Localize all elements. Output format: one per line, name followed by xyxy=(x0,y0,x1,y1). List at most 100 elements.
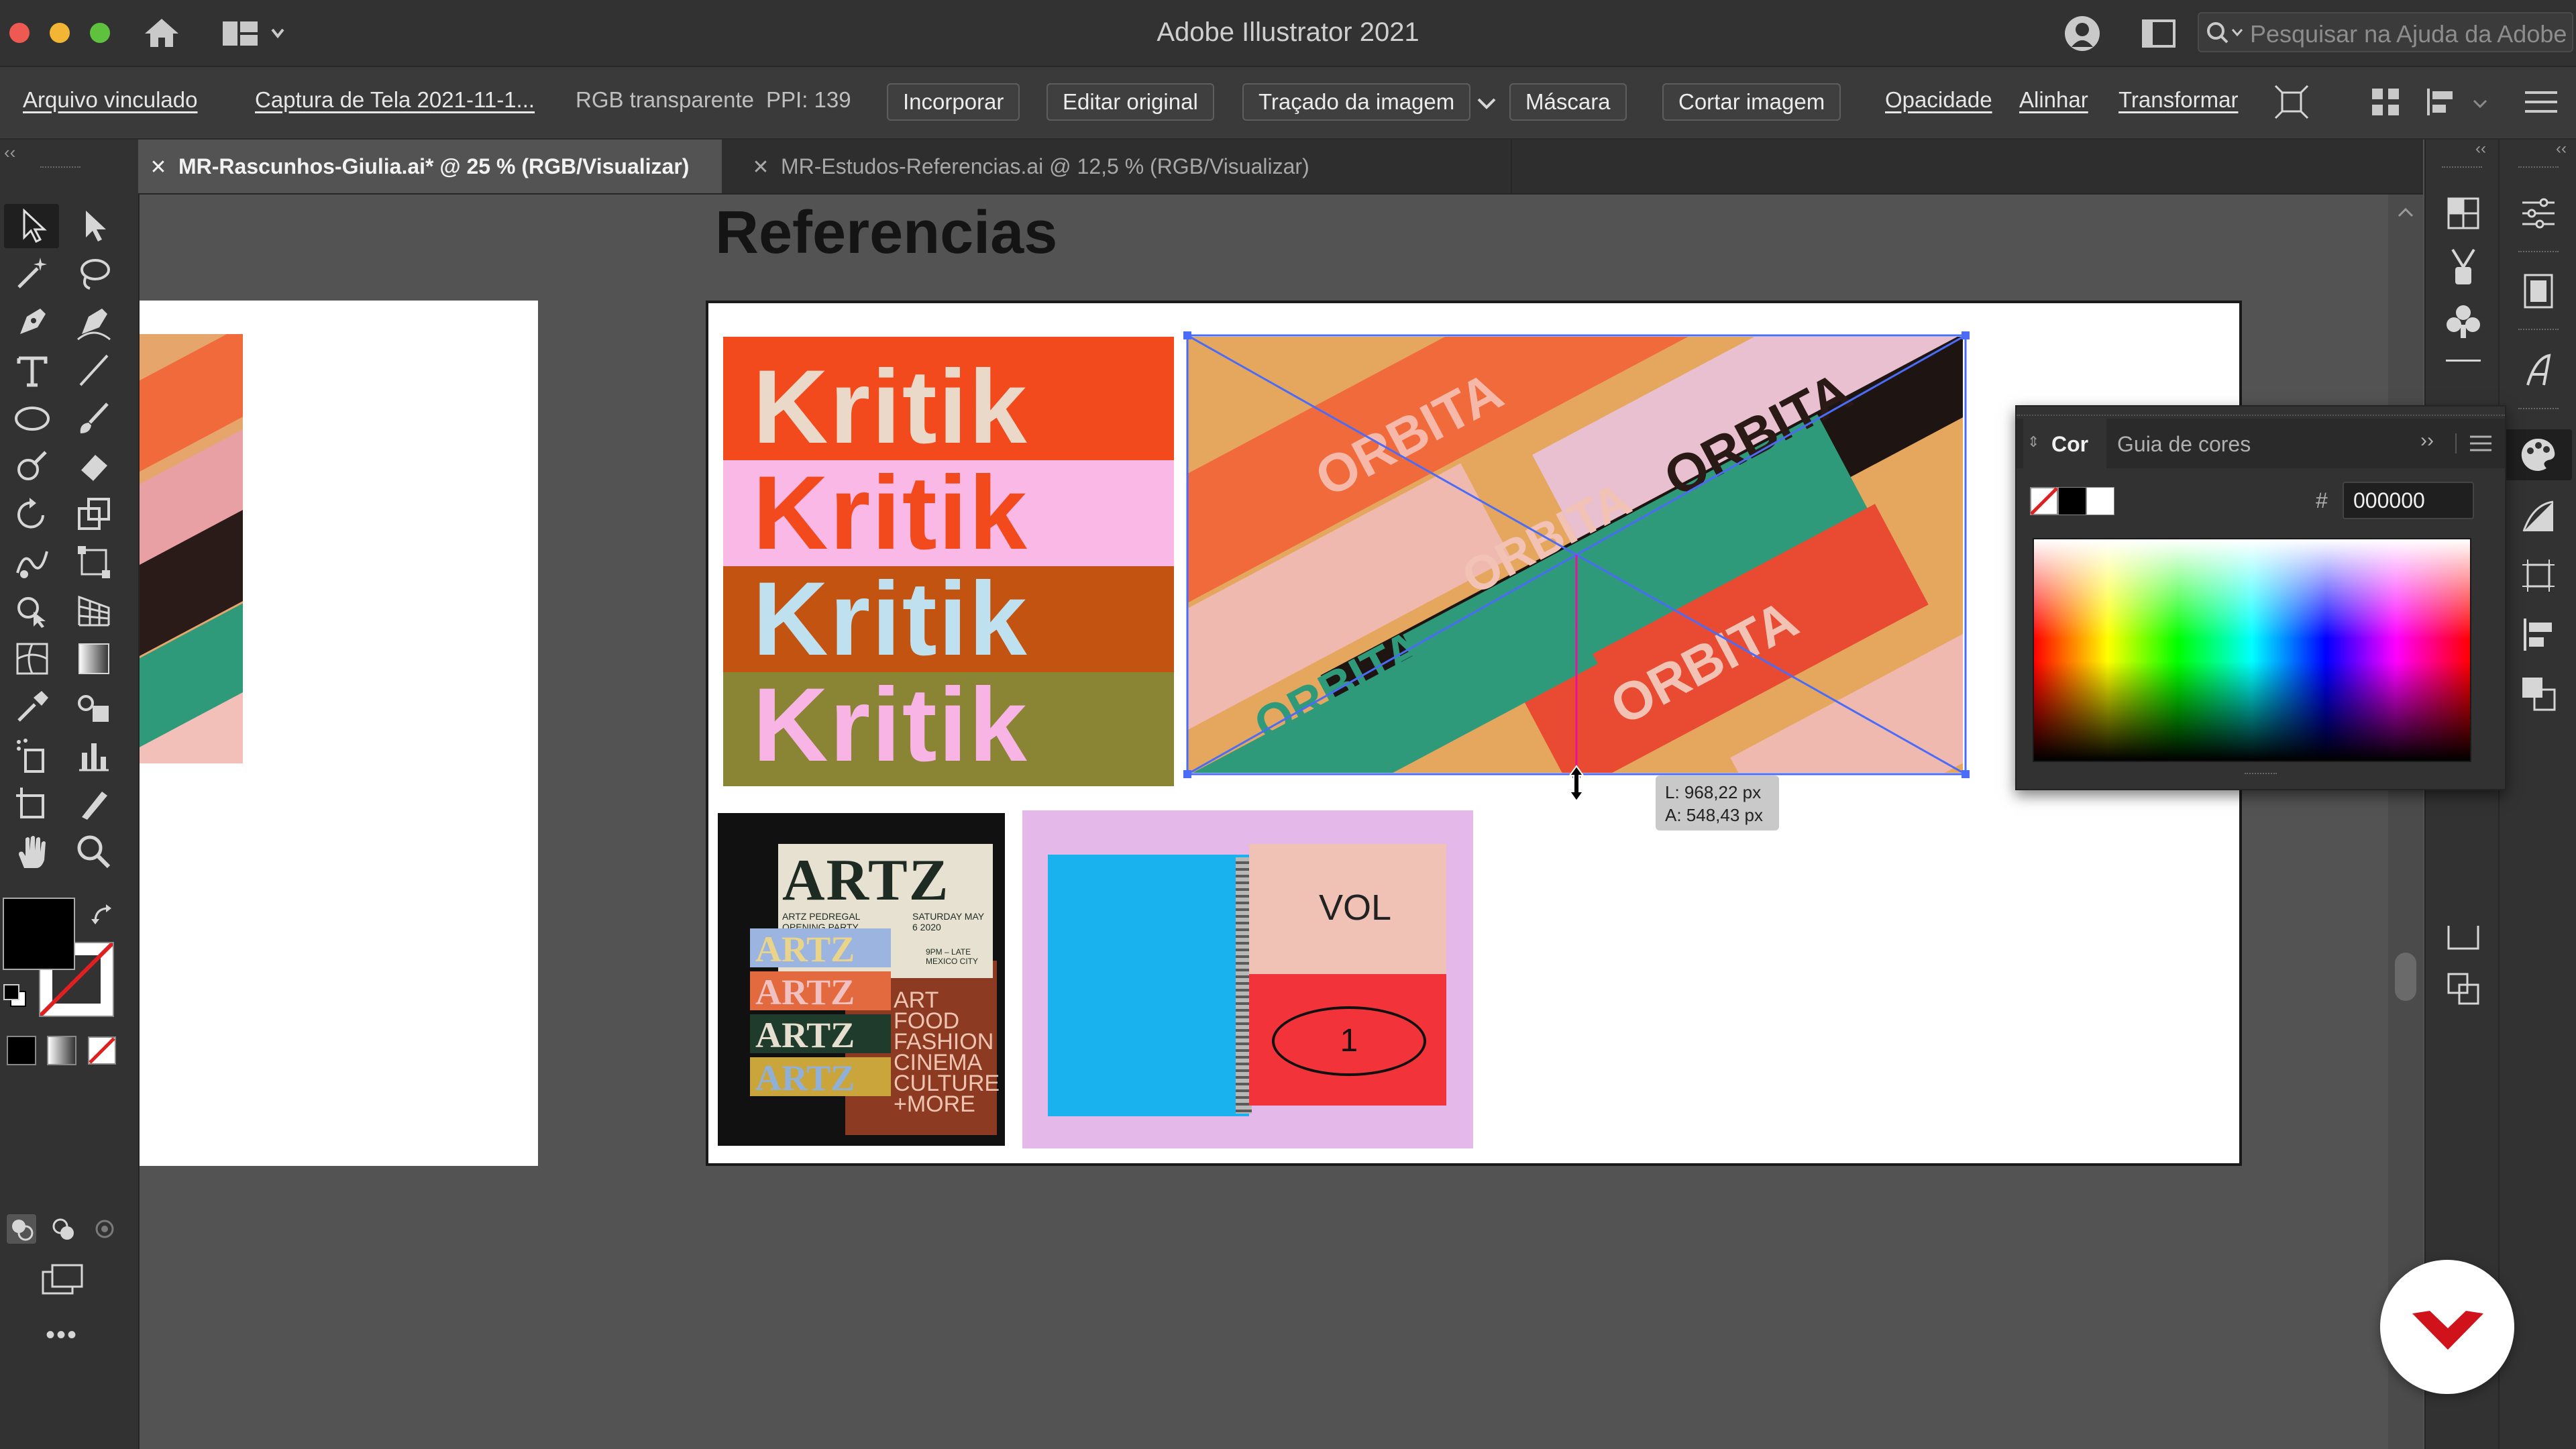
character-panel-icon[interactable] xyxy=(2520,352,2557,389)
edit-original-button[interactable]: Editar original xyxy=(1046,83,1214,121)
brushes-panel-icon[interactable] xyxy=(2446,247,2481,287)
collapse-dock-secondary-icon[interactable]: ‹‹ xyxy=(2556,140,2567,158)
slice-tool-icon[interactable] xyxy=(75,785,113,822)
selection-tool-icon[interactable] xyxy=(13,207,51,244)
scroll-thumb[interactable] xyxy=(2395,953,2416,1001)
swap-fill-stroke-icon[interactable] xyxy=(90,902,117,928)
toolbar-grip[interactable] xyxy=(40,166,80,172)
white-color-swatch[interactable] xyxy=(2086,487,2114,515)
none-mode-swatch[interactable] xyxy=(87,1036,117,1065)
ellipse-tool-icon[interactable] xyxy=(13,400,51,437)
transform-link[interactable]: Transformar xyxy=(2118,87,2238,113)
expand-panel-icon[interactable]: ›› xyxy=(2420,429,2434,452)
draw-behind-icon[interactable] xyxy=(48,1214,78,1244)
tab-color[interactable]: ⇕ Cor xyxy=(2023,419,2106,468)
curvature-tool-icon[interactable] xyxy=(75,303,113,341)
direct-selection-tool-icon[interactable] xyxy=(75,207,113,244)
image-trace-dropdown-icon[interactable] xyxy=(1474,91,1499,115)
notebook-image[interactable]: VOL 1 xyxy=(1022,810,1473,1148)
color-panel-icon[interactable] xyxy=(2518,435,2559,475)
image-trace-button[interactable]: Traçado da imagem xyxy=(1242,83,1471,121)
lasso-tool-icon[interactable] xyxy=(75,255,113,292)
opacity-link[interactable]: Opacidade xyxy=(1885,87,1992,113)
linked-file-link[interactable]: Arquivo vinculado xyxy=(23,87,198,113)
draw-normal-icon[interactable] xyxy=(7,1214,36,1244)
color-panel-grip[interactable] xyxy=(2017,407,2505,416)
perspective-grid-tool-icon[interactable] xyxy=(75,592,113,629)
properties-menu-icon[interactable] xyxy=(2522,86,2560,118)
kritik-image[interactable]: Kritik Kritik Kritik Kritik xyxy=(723,337,1174,786)
libraries-panel-icon[interactable] xyxy=(2520,272,2557,310)
selection-bounding-box[interactable] xyxy=(1183,331,1970,778)
black-color-swatch[interactable] xyxy=(2058,487,2086,515)
mask-button[interactable]: Máscara xyxy=(1509,83,1627,121)
transform-panel-icon[interactable] xyxy=(2520,557,2557,594)
screen-mode-icon[interactable] xyxy=(39,1263,86,1296)
hex-color-input[interactable]: 000000 xyxy=(2343,482,2474,519)
artboard-title[interactable]: Referencias xyxy=(715,199,1057,268)
paintbrush-tool-icon[interactable] xyxy=(75,400,113,437)
column-graph-tool-icon[interactable] xyxy=(75,737,113,774)
arrange-icon[interactable] xyxy=(2369,85,2402,119)
arrange-documents-icon[interactable] xyxy=(2141,19,2176,48)
type-tool-icon[interactable] xyxy=(13,352,51,389)
eraser-tool-icon[interactable] xyxy=(75,447,113,484)
color-mode-swatch[interactable] xyxy=(7,1036,36,1065)
help-search-input[interactable]: Pesquisar na Ajuda da Adobe xyxy=(2198,12,2573,52)
none-color-swatch[interactable] xyxy=(2030,487,2058,515)
artboard-tool-icon[interactable] xyxy=(13,785,51,822)
distribute-icon[interactable] xyxy=(2424,86,2462,118)
eyedropper-tool-icon[interactable] xyxy=(13,688,51,726)
mesh-tool-icon[interactable] xyxy=(13,640,51,678)
edit-toolbar-icon[interactable]: ••• xyxy=(46,1320,78,1350)
artboard-left[interactable] xyxy=(140,301,538,1166)
pathfinder-secondary-icon[interactable] xyxy=(2520,675,2557,712)
crop-image-button[interactable]: Cortar imagem xyxy=(1662,83,1841,121)
line-segment-tool-icon[interactable] xyxy=(75,352,113,389)
blend-tool-icon[interactable] xyxy=(75,688,113,726)
default-fill-stroke-icon[interactable] xyxy=(1,982,28,1009)
symbols-panel-icon[interactable] xyxy=(2446,303,2481,341)
free-transform-tool-icon[interactable] xyxy=(75,543,113,581)
rotate-tool-icon[interactable] xyxy=(13,495,51,533)
swatches-panel-icon[interactable] xyxy=(2446,196,2481,231)
shaper-tool-icon[interactable] xyxy=(13,447,51,484)
panel-resize-grip[interactable] xyxy=(2245,773,2277,781)
panel-menu-icon[interactable] xyxy=(2467,433,2494,453)
properties-panel-icon[interactable] xyxy=(2520,196,2557,231)
linked-file-name[interactable]: Captura de Tela 2021-11-1... xyxy=(255,87,535,113)
align-panel-icon[interactable] xyxy=(2520,616,2557,653)
color-guide-panel-icon[interactable] xyxy=(2520,498,2557,535)
tab-estudos-referencias[interactable]: ✕ MR-Estudos-Referencias.ai @ 12,5 % (RGB… xyxy=(741,140,1512,193)
user-account-icon[interactable] xyxy=(2062,13,2102,54)
fill-swatch[interactable] xyxy=(3,898,75,970)
pathfinder-panel-icon[interactable] xyxy=(2446,971,2481,1006)
symbol-sprayer-tool-icon[interactable] xyxy=(13,737,51,774)
warp-tool-icon[interactable] xyxy=(13,543,51,581)
gradient-mode-swatch[interactable] xyxy=(47,1036,76,1065)
gradient-tool-icon[interactable] xyxy=(75,640,113,678)
panel-options-arrows-icon[interactable]: ⇕ xyxy=(2027,433,2039,451)
collapse-dock-icon[interactable]: ‹‹ xyxy=(2475,140,2486,158)
isolate-object-icon[interactable] xyxy=(2274,85,2309,119)
artz-image[interactable]: ARTZ ARTZ PEDREGAL OPENING PARTY SATURDA… xyxy=(718,813,1005,1146)
scale-tool-icon[interactable] xyxy=(75,495,113,533)
tab-rascunhos-giulia[interactable]: ✕ MR-Rascunhos-Giulia.ai* @ 25 % (RGB/Vis… xyxy=(138,140,722,193)
scroll-up-icon[interactable] xyxy=(2396,205,2415,219)
magic-wand-tool-icon[interactable] xyxy=(13,255,51,292)
zoom-tool-icon[interactable] xyxy=(75,833,113,871)
align-link[interactable]: Alinhar xyxy=(2019,87,2088,113)
color-spectrum-picker[interactable] xyxy=(2033,538,2471,762)
close-tab-icon[interactable]: ✕ xyxy=(138,141,178,195)
distribute-dropdown-icon[interactable] xyxy=(2470,94,2490,114)
close-tab-icon[interactable]: ✕ xyxy=(741,141,781,195)
embed-button[interactable]: Incorporar xyxy=(887,83,1020,121)
artboard-referencias[interactable]: Kritik Kritik Kritik Kritik ORBITA ORBIT… xyxy=(706,301,2242,1166)
shape-builder-tool-icon[interactable] xyxy=(13,592,51,629)
tab-color-guide[interactable]: Guia de cores xyxy=(2117,432,2251,457)
collapse-toolbar-icon[interactable]: ‹‹ xyxy=(4,142,15,163)
orbita-thumbnail-partial[interactable] xyxy=(140,334,243,763)
draw-inside-icon[interactable] xyxy=(90,1214,119,1244)
canvas-vertical-scrollbar[interactable] xyxy=(2388,195,2423,1449)
export-panel-icon[interactable] xyxy=(2446,916,2481,951)
